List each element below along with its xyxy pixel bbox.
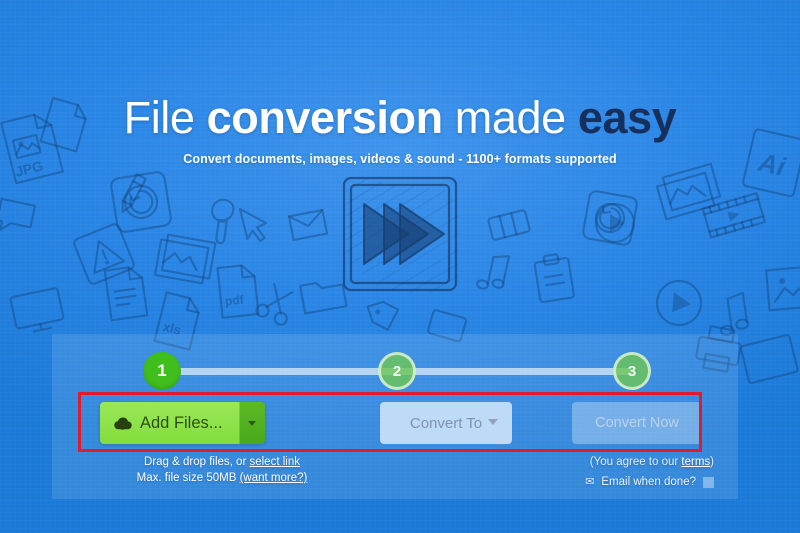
email-when-done-checkbox[interactable]	[703, 476, 714, 488]
clipboard-doodle-icon	[533, 253, 575, 304]
convert-now-button[interactable]: Convert Now	[572, 402, 702, 444]
headline-word-easy: easy	[577, 92, 677, 143]
hero-section: File conversion made easy Convert docume…	[0, 0, 800, 166]
terms-text: (You agree to our	[589, 456, 682, 468]
step-progress-indicator: 1 2 3	[143, 352, 651, 390]
page-subtitle: Convert documents, images, videos & soun…	[183, 152, 617, 166]
envelope-doodle-icon	[287, 208, 329, 242]
converter-panel: 1 2 3 Add Files... Convert To Convert No…	[52, 334, 738, 499]
cloud-upload-icon	[114, 417, 132, 430]
film-strip-doodle-icon	[701, 192, 766, 239]
drag-drop-hint: Drag & drop files, or select link	[92, 454, 352, 470]
convert-to-select[interactable]: Convert To	[380, 402, 512, 444]
headline-word-made: made	[442, 92, 578, 143]
envelope-icon: ✉	[585, 476, 595, 488]
chevron-down-icon	[488, 419, 498, 425]
select-link[interactable]: select link	[249, 456, 300, 468]
terms-link[interactable]: terms	[681, 456, 710, 468]
max-size-text: Max. file size 50MB	[136, 472, 240, 484]
svg-text:pdf: pdf	[224, 292, 245, 308]
upload-hints: Drag & drop files, or select link Max. f…	[92, 454, 352, 486]
email-when-done-row[interactable]: ✉ Email when done?	[394, 472, 714, 492]
chat-bubble-doodle-icon	[0, 197, 37, 232]
text-document-doodle-icon	[103, 266, 149, 322]
headline-word-file: File	[123, 92, 207, 143]
convert-to-label: Convert To	[409, 414, 483, 432]
add-files-button[interactable]: Add Files...	[100, 402, 239, 444]
drag-drop-text: Drag & drop files, or	[144, 456, 250, 468]
monitor-doodle-icon	[9, 287, 65, 333]
converter-controls-row: Add Files... Convert To Convert Now	[52, 396, 738, 458]
add-files-group: Add Files...	[100, 402, 265, 444]
cursor-doodle-icon	[238, 207, 268, 243]
terms-suffix: )	[710, 456, 714, 468]
step-indicator-3[interactable]: 3	[613, 352, 651, 390]
page-title: File conversion made easy	[0, 0, 800, 144]
play-button-illustration	[342, 176, 459, 293]
add-files-dropdown-toggle[interactable]	[238, 402, 265, 444]
max-size-hint: Max. file size 50MB (want more?)	[92, 470, 352, 486]
ticket-doodle-icon	[487, 209, 531, 241]
terms-and-email: (You agree to our terms) ✉ Email when do…	[394, 452, 714, 492]
headline-word-conversion: conversion	[206, 92, 443, 143]
scissors-doodle-icon	[255, 283, 294, 326]
picture-frame-doodle-icon	[765, 265, 800, 312]
step-indicator-2[interactable]: 2	[378, 352, 416, 390]
add-files-label: Add Files...	[140, 413, 223, 432]
chevron-down-icon	[248, 420, 257, 426]
music-note-mid-doodle-icon	[476, 255, 511, 290]
terms-hint: (You agree to our terms)	[394, 452, 714, 472]
play-circle-mid-doodle-icon	[594, 202, 636, 244]
email-when-done-label: Email when done?	[601, 476, 696, 488]
want-more-link[interactable]: (want more?)	[240, 472, 308, 484]
step-indicator-1[interactable]: 1	[143, 352, 181, 390]
